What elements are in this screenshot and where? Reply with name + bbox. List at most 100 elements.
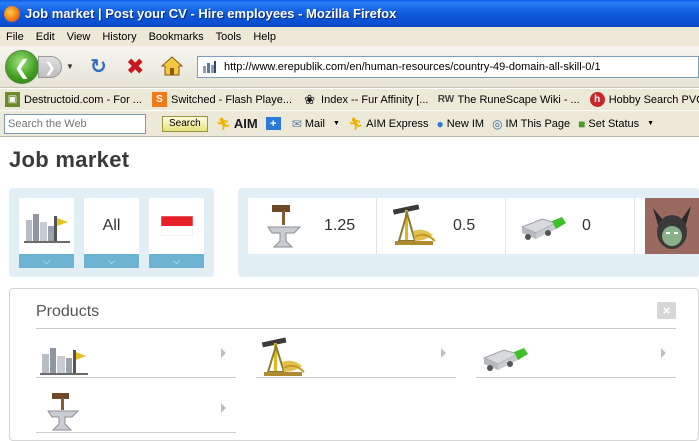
globe-icon: ◎ [492, 116, 503, 131]
stat-value: 0 [582, 217, 591, 234]
product-item-truck[interactable] [476, 334, 676, 378]
chevron-down-icon: ⌵ [173, 255, 180, 266]
stat-manufacturing: 1.25 [248, 198, 377, 254]
skill-filter-value: All [102, 217, 121, 234]
bookmark-label: Index -- Fur Affinity [... [321, 93, 429, 106]
chevron-right-icon [441, 348, 446, 358]
mail-icon: ✉ [291, 116, 302, 131]
menu-edit[interactable]: Edit [36, 31, 55, 43]
add-button[interactable]: + [265, 117, 284, 130]
country-filter[interactable]: ⌵ [149, 198, 204, 268]
country-filter-dropdown[interactable]: ⌵ [149, 254, 204, 268]
mail-button[interactable]: ✉ Mail ▼ [292, 117, 340, 131]
flag-icon [160, 216, 193, 236]
chevron-right-icon [221, 403, 226, 413]
factory-icon [23, 214, 70, 243]
chevron-down-icon: ⌵ [108, 255, 115, 266]
destructoid-icon: ▣ [5, 92, 20, 107]
chat-bubble-icon: ● [436, 116, 444, 131]
country-filter-content [149, 198, 204, 254]
address-bar[interactable] [197, 56, 699, 78]
aim-express-label: AIM Express [366, 117, 429, 130]
history-dropdown-icon[interactable]: ▼ [66, 62, 74, 71]
mail-dropdown-icon[interactable]: ▼ [333, 120, 340, 127]
skill-filter[interactable]: All ⌵ [84, 198, 139, 268]
page-title: Job market [9, 147, 130, 172]
reload-button[interactable]: ↻ [90, 57, 107, 77]
window-title: Job market | Post your CV - Hire employe… [25, 6, 397, 21]
bookmark-label: Switched - Flash Playe... [170, 93, 293, 106]
switched-icon: S [151, 92, 167, 107]
aim-label: AIM [233, 116, 258, 131]
factory-icon [40, 348, 88, 375]
stat-transport: 0 [506, 198, 635, 254]
products-close-button[interactable]: × [657, 302, 676, 319]
mail-label: Mail [304, 117, 325, 130]
chevron-down-icon: ⌵ [43, 255, 50, 266]
web-search-input[interactable] [4, 113, 146, 134]
paw-icon: ❀ [304, 91, 315, 107]
status-icon: ■ [578, 116, 586, 131]
runescape-wiki-icon: RW [437, 94, 455, 105]
bookmark-hobby-search[interactable]: h Hobby Search PVC Fig [589, 92, 699, 107]
oil-pump-icon [261, 337, 305, 376]
aim-button[interactable]: 🏃︎ AIM [216, 116, 258, 131]
product-item-oil-pump[interactable] [256, 334, 456, 378]
products-divider [36, 328, 676, 329]
products-title: Products [36, 303, 100, 320]
menu-file[interactable]: File [6, 31, 24, 43]
stat-value: 1.25 [324, 217, 356, 234]
home-icon[interactable] [161, 56, 183, 76]
truck-icon [482, 348, 528, 371]
industry-filter-dropdown[interactable]: ⌵ [19, 254, 74, 268]
avatar[interactable] [645, 198, 699, 254]
aim-toolbar: Search 🏃︎ AIM + ✉ Mail ▼ 🏃︎ AIM Express … [0, 111, 699, 137]
oil-pump-icon [392, 204, 436, 245]
search-button[interactable]: Search [162, 115, 208, 132]
aim-running-man-icon: 🏃︎ [215, 116, 231, 131]
bookmark-switched[interactable]: S Switched - Flash Playe... [151, 92, 293, 107]
im-this-page-label: IM This Page [505, 117, 571, 130]
stop-button[interactable]: ✖ [126, 56, 144, 78]
products-panel: Products × [9, 288, 699, 441]
bookmark-label: Destructoid.com - For ... [24, 93, 142, 106]
set-status-label: Set Status [588, 117, 640, 130]
im-this-page-button[interactable]: ◎ IM This Page [492, 117, 570, 131]
bookmark-label: Hobby Search PVC Fig [608, 93, 699, 106]
truck-icon [520, 217, 566, 240]
set-status-button[interactable]: ■ Set Status ▼ [578, 117, 654, 131]
bookmark-label: The RuneScape Wiki - ... [457, 93, 580, 106]
bookmark-destructoid[interactable]: ▣ Destructoid.com - For ... [5, 92, 142, 107]
skill-filter-dropdown[interactable]: ⌵ [84, 254, 139, 268]
menu-view[interactable]: View [67, 31, 91, 43]
product-item-factory[interactable] [36, 334, 236, 378]
page-content: Job market ⌵ All ⌵ ⌵ 1.25 0.5 0 Products… [0, 138, 699, 441]
product-item-anvil[interactable] [36, 389, 236, 433]
stats-panel: 1.25 0.5 0 [238, 188, 699, 277]
chevron-right-icon [661, 348, 666, 358]
bookmarks-toolbar: ▣ Destructoid.com - For ... S Switched -… [0, 89, 699, 110]
back-button[interactable]: ❮ [5, 50, 39, 84]
menu-tools[interactable]: Tools [216, 31, 242, 43]
firefox-icon [4, 5, 20, 22]
arrow-right-icon: ❯ [44, 58, 56, 75]
new-im-label: New IM [446, 117, 485, 130]
menu-bookmarks[interactable]: Bookmarks [149, 31, 204, 43]
arrow-left-icon: ❮ [13, 56, 31, 79]
stat-raw-materials: 0.5 [377, 198, 506, 254]
menu-help[interactable]: Help [253, 31, 276, 43]
new-im-button[interactable]: ● New IM [437, 117, 485, 131]
stat-value: 0.5 [453, 217, 476, 234]
window-titlebar: Job market | Post your CV - Hire employe… [0, 0, 699, 27]
erepublik-site-icon [203, 61, 216, 73]
bookmark-runescape-wiki[interactable]: RW The RuneScape Wiki - ... [437, 92, 580, 107]
industry-filter[interactable]: ⌵ [19, 198, 74, 268]
plus-icon: + [265, 117, 281, 130]
forward-button[interactable]: ❯ [38, 56, 62, 78]
chevron-right-icon [221, 348, 226, 358]
url-input[interactable] [224, 61, 694, 73]
menu-history[interactable]: History [102, 31, 136, 43]
bookmark-fur-affinity[interactable]: ❀ Index -- Fur Affinity [... [302, 92, 428, 107]
status-dropdown-icon[interactable]: ▼ [647, 120, 654, 127]
aim-express-button[interactable]: 🏃︎ AIM Express [348, 117, 429, 131]
